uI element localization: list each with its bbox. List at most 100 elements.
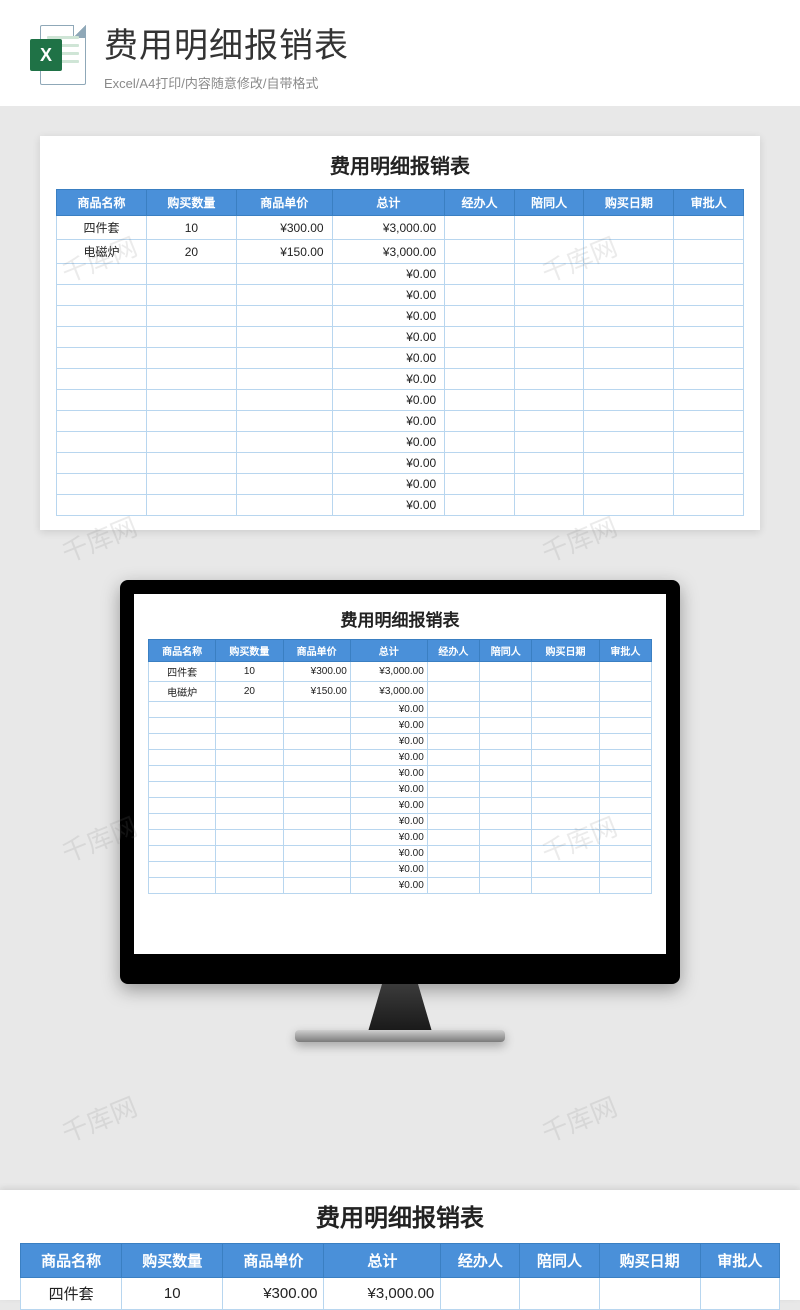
- cell-name[interactable]: [149, 862, 216, 878]
- cell-price[interactable]: [236, 264, 332, 285]
- cell-price[interactable]: [283, 702, 350, 718]
- cell-approver[interactable]: [674, 285, 744, 306]
- cell-handler[interactable]: [445, 495, 515, 516]
- cell-price[interactable]: [283, 750, 350, 766]
- cell-handler[interactable]: [445, 285, 515, 306]
- cell-name[interactable]: [57, 432, 147, 453]
- cell-approver[interactable]: [599, 682, 651, 702]
- cell-date[interactable]: [584, 216, 674, 240]
- cell-date[interactable]: [584, 348, 674, 369]
- cell-price[interactable]: [283, 734, 350, 750]
- cell-price[interactable]: [236, 390, 332, 411]
- cell-price[interactable]: [283, 862, 350, 878]
- cell-total[interactable]: ¥0.00: [350, 798, 427, 814]
- cell-price[interactable]: [283, 718, 350, 734]
- cell-qty[interactable]: [216, 814, 283, 830]
- cell-approver[interactable]: [674, 306, 744, 327]
- cell-total[interactable]: ¥0.00: [350, 782, 427, 798]
- cell-name[interactable]: [149, 798, 216, 814]
- cell-date[interactable]: [584, 390, 674, 411]
- cell-handler[interactable]: [427, 830, 479, 846]
- cell-price[interactable]: [236, 474, 332, 495]
- cell-approver[interactable]: [599, 782, 651, 798]
- cell-handler[interactable]: [445, 348, 515, 369]
- cell-price[interactable]: [236, 285, 332, 306]
- cell-price[interactable]: ¥300.00: [283, 662, 350, 682]
- cell-price[interactable]: [236, 432, 332, 453]
- cell-handler[interactable]: [445, 369, 515, 390]
- cell-qty[interactable]: [146, 348, 236, 369]
- cell-date[interactable]: [532, 782, 599, 798]
- cell-total[interactable]: ¥0.00: [350, 830, 427, 846]
- cell-approver[interactable]: [700, 1278, 779, 1310]
- cell-total[interactable]: ¥0.00: [350, 702, 427, 718]
- cell-total[interactable]: ¥3,000.00: [324, 1278, 441, 1310]
- cell-date[interactable]: [532, 846, 599, 862]
- cell-companion[interactable]: [480, 814, 532, 830]
- cell-name[interactable]: [149, 878, 216, 894]
- cell-companion[interactable]: [480, 734, 532, 750]
- cell-companion[interactable]: [514, 348, 584, 369]
- cell-date[interactable]: [532, 830, 599, 846]
- cell-qty[interactable]: [146, 432, 236, 453]
- cell-qty[interactable]: [146, 474, 236, 495]
- cell-price[interactable]: ¥300.00: [223, 1278, 324, 1310]
- cell-date[interactable]: [532, 662, 599, 682]
- cell-name[interactable]: 四件套: [57, 216, 147, 240]
- cell-approver[interactable]: [599, 718, 651, 734]
- cell-qty[interactable]: [216, 846, 283, 862]
- cell-companion[interactable]: [514, 306, 584, 327]
- cell-qty[interactable]: 10: [146, 216, 236, 240]
- cell-price[interactable]: [236, 369, 332, 390]
- cell-total[interactable]: ¥3,000.00: [350, 662, 427, 682]
- cell-price[interactable]: [283, 766, 350, 782]
- cell-companion[interactable]: [480, 862, 532, 878]
- cell-handler[interactable]: [445, 264, 515, 285]
- cell-total[interactable]: ¥0.00: [350, 878, 427, 894]
- cell-handler[interactable]: [427, 718, 479, 734]
- cell-date[interactable]: [532, 798, 599, 814]
- cell-qty[interactable]: [146, 411, 236, 432]
- cell-qty[interactable]: 10: [122, 1278, 223, 1310]
- cell-qty[interactable]: [146, 306, 236, 327]
- cell-date[interactable]: [584, 285, 674, 306]
- cell-name[interactable]: [57, 474, 147, 495]
- cell-name[interactable]: [149, 734, 216, 750]
- cell-qty[interactable]: 20: [216, 682, 283, 702]
- cell-name[interactable]: [149, 830, 216, 846]
- cell-total[interactable]: ¥0.00: [332, 453, 445, 474]
- cell-companion[interactable]: [480, 766, 532, 782]
- cell-approver[interactable]: [599, 662, 651, 682]
- cell-companion[interactable]: [514, 264, 584, 285]
- cell-name[interactable]: 四件套: [21, 1278, 122, 1310]
- cell-name[interactable]: [57, 327, 147, 348]
- cell-approver[interactable]: [674, 411, 744, 432]
- cell-handler[interactable]: [445, 390, 515, 411]
- cell-total[interactable]: ¥0.00: [332, 474, 445, 495]
- cell-handler[interactable]: [427, 750, 479, 766]
- cell-approver[interactable]: [674, 327, 744, 348]
- cell-total[interactable]: ¥0.00: [350, 814, 427, 830]
- cell-handler[interactable]: [427, 734, 479, 750]
- cell-approver[interactable]: [674, 369, 744, 390]
- cell-approver[interactable]: [599, 846, 651, 862]
- cell-companion[interactable]: [520, 1278, 599, 1310]
- cell-approver[interactable]: [599, 862, 651, 878]
- cell-companion[interactable]: [480, 878, 532, 894]
- cell-qty[interactable]: [216, 798, 283, 814]
- cell-name[interactable]: 四件套: [149, 662, 216, 682]
- cell-approver[interactable]: [599, 830, 651, 846]
- cell-total[interactable]: ¥0.00: [332, 411, 445, 432]
- cell-handler[interactable]: [427, 662, 479, 682]
- cell-qty[interactable]: [146, 369, 236, 390]
- cell-name[interactable]: [149, 750, 216, 766]
- cell-qty[interactable]: [216, 750, 283, 766]
- cell-total[interactable]: ¥0.00: [332, 495, 445, 516]
- cell-handler[interactable]: [427, 846, 479, 862]
- cell-approver[interactable]: [674, 240, 744, 264]
- cell-price[interactable]: [236, 306, 332, 327]
- cell-companion[interactable]: [514, 285, 584, 306]
- cell-handler[interactable]: [427, 782, 479, 798]
- cell-companion[interactable]: [514, 474, 584, 495]
- cell-approver[interactable]: [599, 878, 651, 894]
